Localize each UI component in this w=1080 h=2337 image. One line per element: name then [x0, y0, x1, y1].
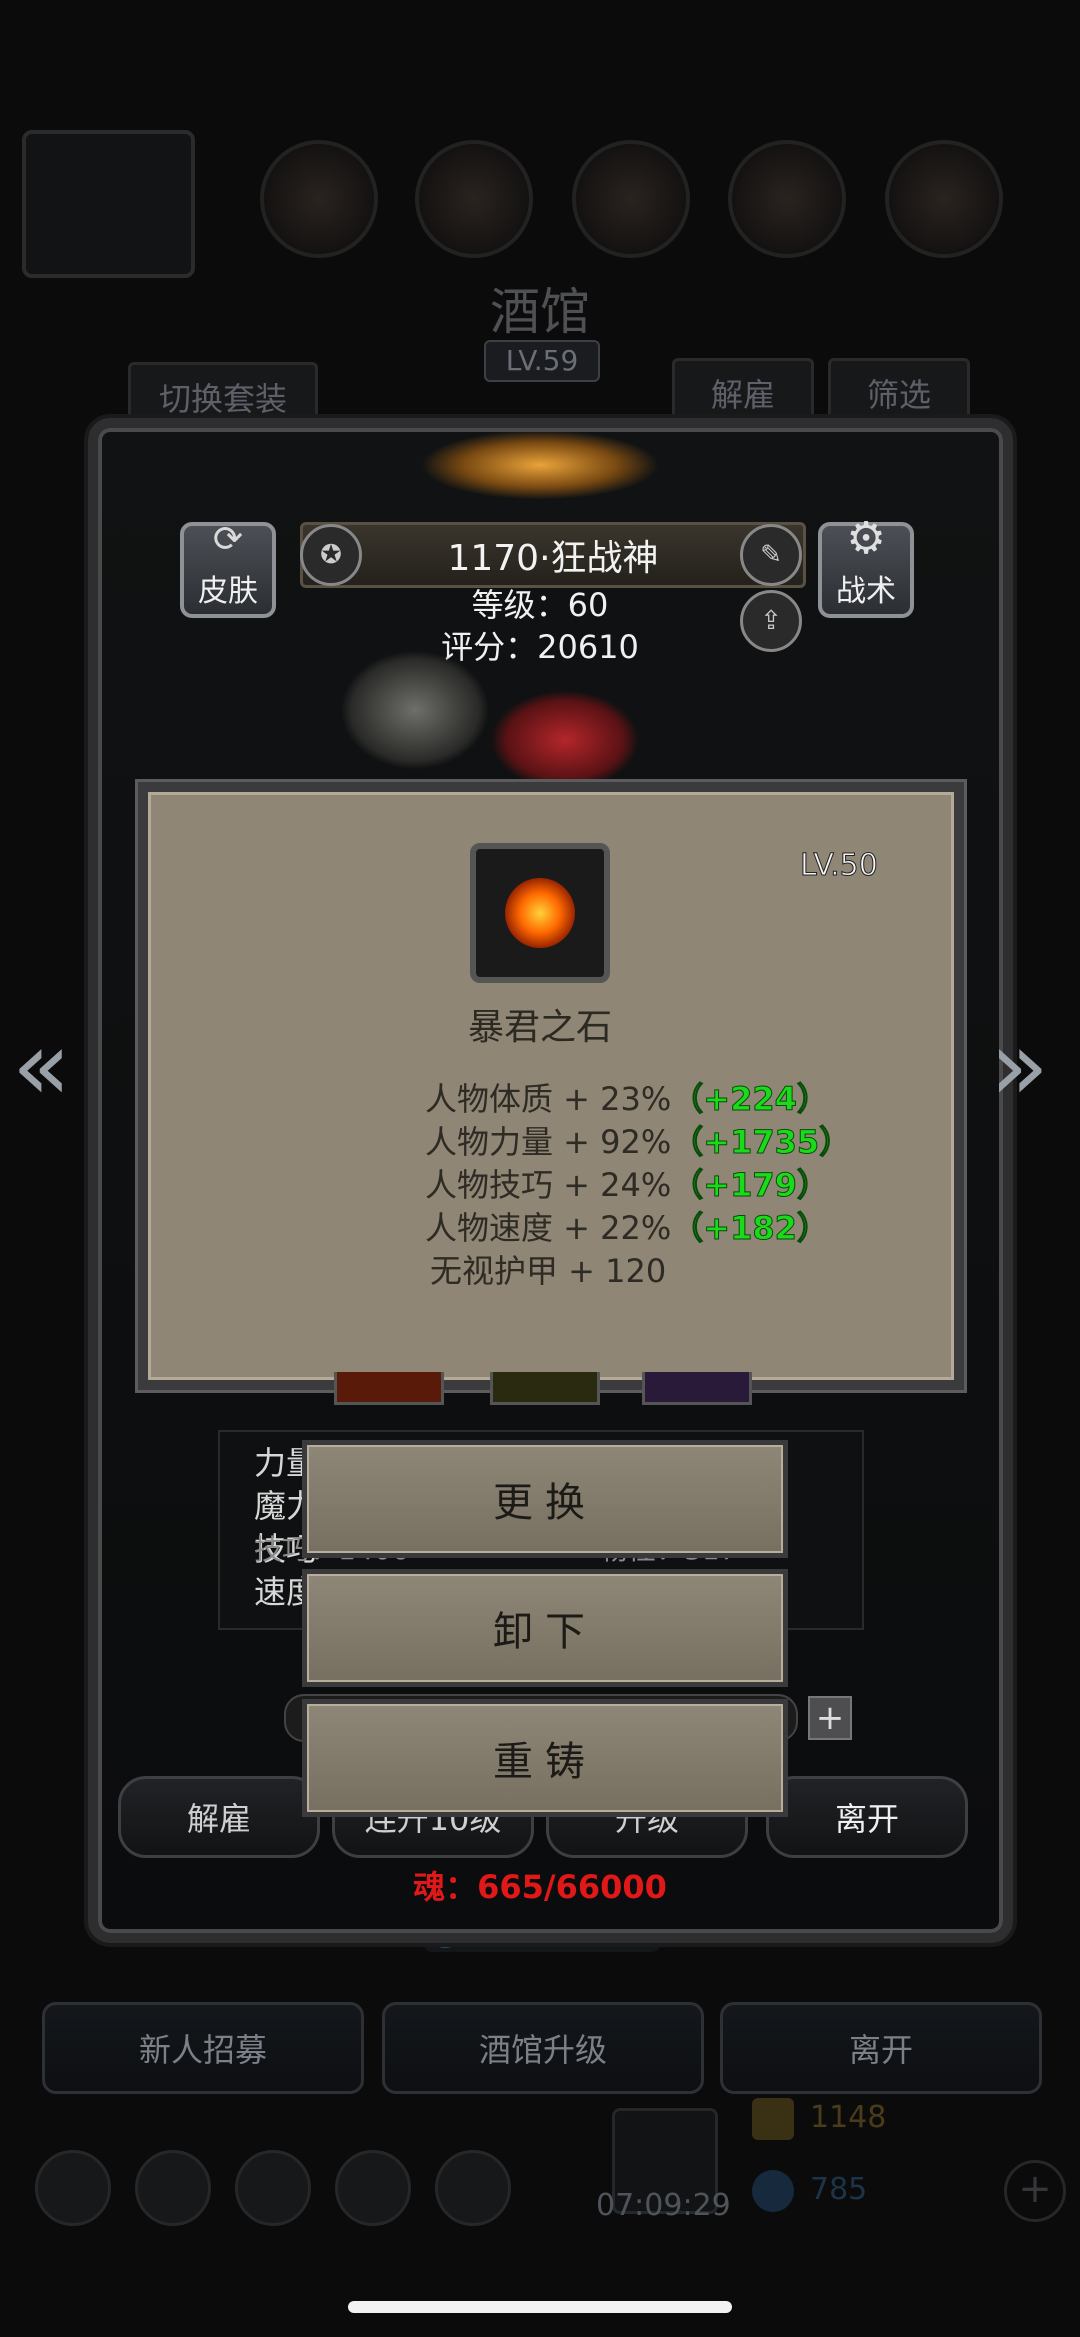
soul-counter: 魂：665/66000: [413, 1868, 667, 1906]
upgrade-tavern-button[interactable]: 酒馆升级: [382, 2002, 704, 2094]
attr-row-strength: 人物力量 + 92%（+1735）: [425, 1117, 852, 1163]
flame-icon: [505, 878, 575, 948]
attr-bonus: （+1735）: [671, 1123, 852, 1162]
gem-icon: [752, 2170, 794, 2212]
gold-icon: [752, 2098, 794, 2140]
prev-hero-arrow[interactable]: «: [12, 1010, 71, 1122]
tavern-title: 酒馆: [490, 283, 590, 341]
attr-bonus: （+224）: [671, 1080, 830, 1119]
attr-text: 人物体质 + 23%: [425, 1080, 672, 1118]
leave-button[interactable]: 离开: [766, 1776, 968, 1858]
add-icon[interactable]: +: [1004, 2160, 1066, 2222]
dismiss-button[interactable]: 解雇: [118, 1776, 320, 1858]
recruit-button[interactable]: 新人招募: [42, 2002, 364, 2094]
hero-portrait: [490, 690, 640, 790]
attr-row-constitution: 人物体质 + 23%（+224）: [425, 1074, 829, 1120]
nav-icon-5[interactable]: [435, 2150, 511, 2226]
swap-icon: ⟳: [212, 519, 244, 560]
attr-text: 人物技巧 + 24%: [425, 1166, 672, 1204]
nav-icon-3[interactable]: [235, 2150, 311, 2226]
replace-button[interactable]: 更换: [302, 1440, 788, 1558]
home-indicator[interactable]: [348, 2301, 732, 2313]
medal-icon[interactable]: ✪: [300, 524, 362, 586]
hero-weapon: [340, 650, 490, 770]
nav-icon-1[interactable]: [35, 2150, 111, 2226]
attr-text: 人物速度 + 22%: [425, 1209, 672, 1247]
attr-row-armor-pierce: 无视护甲 + 120: [430, 1246, 666, 1292]
nav-icon-4[interactable]: [335, 2150, 411, 2226]
equip-slot-2[interactable]: [490, 1372, 600, 1405]
plus-icon[interactable]: +: [808, 1696, 852, 1740]
gold-amount: 1148: [810, 2100, 887, 2135]
nav-icon-2[interactable]: [135, 2150, 211, 2226]
attr-bonus: （+179）: [671, 1166, 830, 1205]
bottom-clock: 07:09:29: [596, 2188, 731, 2223]
top-slot-2: [415, 140, 533, 258]
attr-bonus: （+182）: [671, 1209, 830, 1248]
reforge-button[interactable]: 重铸: [302, 1699, 788, 1817]
equip-slot-3[interactable]: [642, 1372, 752, 1405]
bg-leave-button[interactable]: 离开: [720, 2002, 1042, 2094]
attr-text: 无视护甲 + 120: [430, 1252, 667, 1290]
attr-row-speed: 人物速度 + 22%（+182）: [425, 1203, 829, 1249]
tavern-level: LV.59: [484, 340, 600, 382]
crest-emblem: [420, 430, 660, 500]
gear-icon: ⚙: [846, 513, 886, 564]
hero-level: 等级：60: [471, 586, 609, 624]
equip-slot-1[interactable]: [334, 1372, 444, 1405]
top-slot-5: [885, 140, 1003, 258]
top-slot-1: [260, 140, 378, 258]
attr-row-skill: 人物技巧 + 24%（+179）: [425, 1160, 829, 1206]
hero-name: 1170·狂战神: [447, 538, 659, 579]
gem-amount: 785: [810, 2172, 868, 2207]
hero-name-bar: 1170·狂战神: [300, 522, 806, 588]
top-slot-3: [572, 140, 690, 258]
top-slot-4: [728, 140, 846, 258]
pencil-icon[interactable]: ✎: [740, 524, 802, 586]
top-portrait-slot: [22, 130, 195, 278]
item-name: 暴君之石: [467, 1007, 612, 1048]
hero-score: 评分：20610: [441, 628, 639, 666]
unequip-button[interactable]: 卸下: [302, 1569, 788, 1687]
item-level: LV.50: [800, 848, 879, 884]
item-icon: [470, 843, 610, 983]
next-hero-arrow[interactable]: »: [990, 1010, 1049, 1122]
attr-text: 人物力量 + 92%: [425, 1123, 672, 1161]
